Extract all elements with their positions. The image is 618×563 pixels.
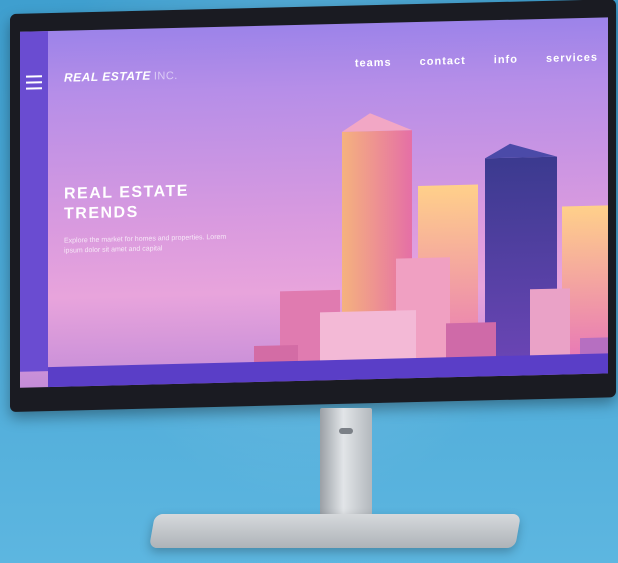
monitor-stand-base (149, 514, 521, 548)
nav-services[interactable]: services (546, 52, 598, 65)
hero-title: REAL ESTATE TRENDS (64, 182, 189, 223)
brand-suffix: INC. (153, 69, 178, 83)
monitor-stand-neck (320, 408, 372, 526)
hamburger-menu-icon[interactable] (26, 75, 42, 90)
website-screen: REAL ESTATE INC. teams contact info servi… (20, 17, 608, 388)
hero-subtitle: Explore the market for homes and propert… (64, 233, 227, 255)
city-skyline-illustration (254, 113, 608, 367)
top-nav: teams contact info services (355, 52, 598, 70)
monitor-bezel: REAL ESTATE INC. teams contact info servi… (10, 0, 616, 413)
nav-contact[interactable]: contact (420, 55, 466, 68)
brand-logo[interactable]: REAL ESTATE INC. (64, 68, 178, 85)
cable-slot (339, 428, 353, 434)
nav-teams[interactable]: teams (355, 57, 392, 70)
nav-info[interactable]: info (494, 54, 518, 67)
brand-name: REAL ESTATE (64, 68, 151, 85)
